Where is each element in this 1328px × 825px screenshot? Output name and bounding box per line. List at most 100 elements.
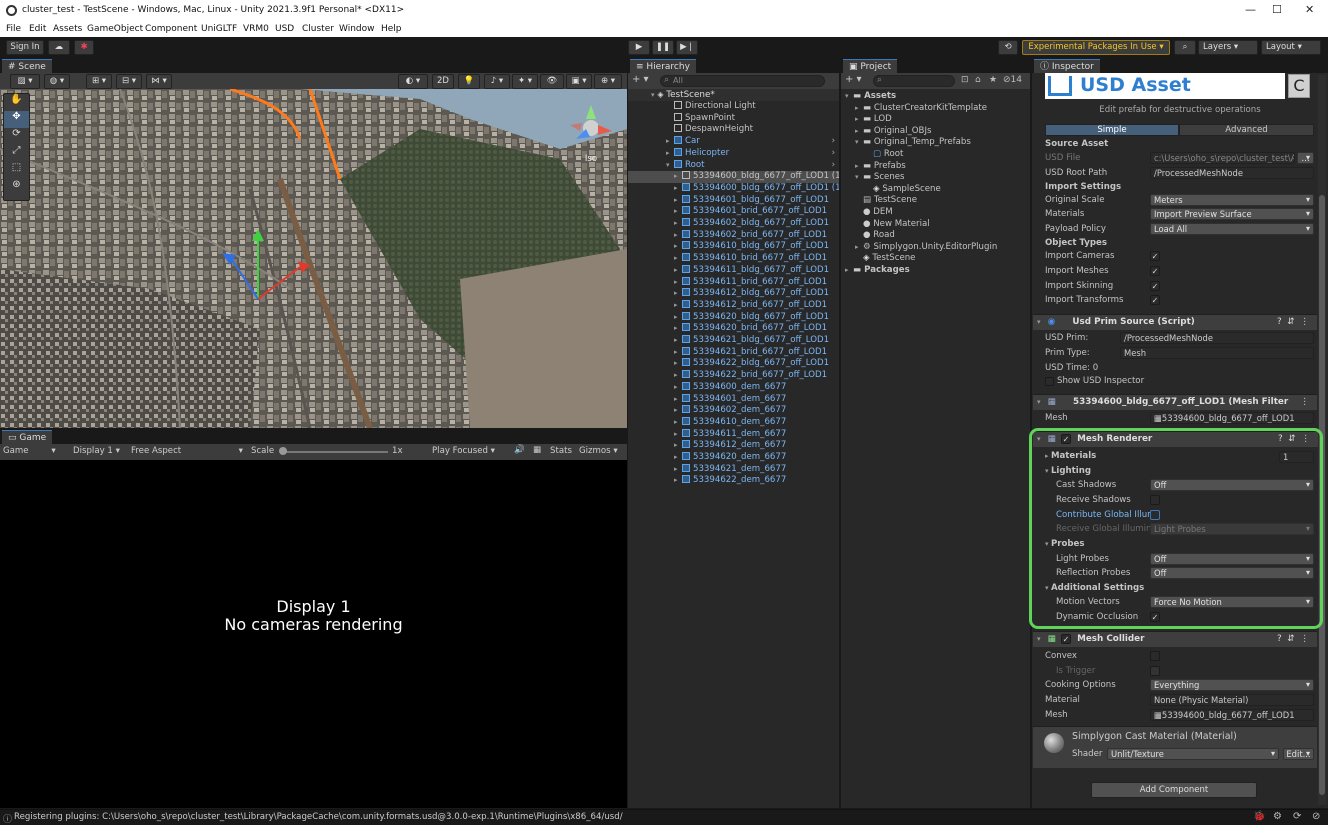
hierarchy-item[interactable]: ▸ 53394611_dem_6677 <box>628 428 839 441</box>
camera-dropdown[interactable]: ▣ ▾ <box>566 74 592 89</box>
hierarchy-item[interactable]: ▾ Root › <box>628 159 839 172</box>
favorite-icon[interactable]: ★ <box>989 75 997 85</box>
tree-expand-icon[interactable]: ▾ <box>855 138 863 146</box>
hand-tool-icon[interactable]: ✋ <box>4 94 29 111</box>
mesh-collider-expand-icon[interactable]: ▾ <box>1037 635 1041 643</box>
effects-dropdown[interactable]: ✦ ▾ <box>512 74 538 89</box>
hierarchy-item[interactable]: ▸ 53394610_bldg_6677_off_LOD1 <box>628 241 839 253</box>
hierarchy-item[interactable]: ▸ 53394620_bldg_6677_off_LOD1 <box>628 311 839 324</box>
auto-refresh-icon[interactable]: ⟳ <box>1293 811 1301 822</box>
hierarchy-item[interactable]: SpawnPoint <box>628 112 839 125</box>
usd-prim-field[interactable]: /ProcessedMeshNode <box>1120 332 1314 344</box>
expand-arrow-icon[interactable]: ▸ <box>674 253 682 265</box>
expand-arrow-icon[interactable]: ▸ <box>674 335 682 347</box>
menu-component[interactable]: Component <box>145 24 197 34</box>
orientation-gizmo[interactable]: Iso <box>566 103 616 167</box>
stats-button[interactable]: Stats <box>550 446 572 456</box>
mesh-filter-header[interactable]: ▾ ▦ 53394600_bldg_6677_off_LOD1 (Mesh Fi… <box>1033 394 1317 410</box>
hierarchy-item[interactable]: ▸ 53394612_dem_6677 <box>628 440 839 452</box>
project-tree-item[interactable]: ▸ ⚙ Simplygon.Unity.EditorPlugin <box>855 242 997 252</box>
display-dropdown[interactable]: Display 1 ▾ <box>73 446 120 456</box>
expand-arrow-icon[interactable]: ▸ <box>674 300 682 312</box>
project-tree-item[interactable]: ▾ ▬ Scenes <box>855 172 905 182</box>
show-usd-inspector-label[interactable]: Show USD Inspector <box>1057 375 1327 388</box>
menu-edit[interactable]: Edit <box>29 24 46 34</box>
expand-arrow-icon[interactable]: ▸ <box>674 218 682 230</box>
prefab-open-icon[interactable]: › <box>832 136 835 148</box>
tree-expand-icon[interactable]: ▾ <box>855 173 863 181</box>
tab-inspector[interactable]: ⓘ Inspector <box>1034 59 1100 73</box>
expand-arrow-icon[interactable]: ▸ <box>674 440 682 452</box>
status-message[interactable]: Registering plugins: C:\Users\oho_s\repo… <box>14 812 623 822</box>
game-viewport[interactable]: Display 1 No cameras rendering <box>0 460 627 808</box>
tab-simple[interactable]: Simple <box>1045 124 1179 136</box>
expand-arrow-icon[interactable]: ▸ <box>674 347 682 359</box>
prim-source-expand-icon[interactable]: ▾ <box>1037 318 1041 326</box>
add-component-button[interactable]: Add Component <box>1091 782 1257 798</box>
expand-arrow-icon[interactable]: ▸ <box>674 171 682 183</box>
hierarchy-item[interactable]: ▸ 53394610_brid_6677_off_LOD1 <box>628 253 839 265</box>
cooking-options-dropdown[interactable]: Everything <box>1150 679 1314 691</box>
usd-prim-source-header[interactable]: ▾ ◉ Usd Prim Source (Script) ? ⇵ ⋮ <box>1033 314 1317 330</box>
gizmos-dropdown[interactable]: ⊕ ▾ <box>594 74 622 89</box>
project-tree-item[interactable]: ▾ ▬ Assets <box>845 91 896 101</box>
hidden-packages-icon[interactable]: ⊘14 <box>1003 75 1022 85</box>
project-tree-item[interactable]: ● New Material <box>855 219 930 229</box>
expand-arrow-icon[interactable]: ▸ <box>674 405 682 417</box>
tab-game[interactable]: ▭ Game <box>2 430 53 444</box>
expand-arrow-icon[interactable]: ▸ <box>674 241 682 253</box>
project-tree-item[interactable]: ◈ SampleScene <box>865 184 941 194</box>
usd-root-field[interactable]: /ProcessedMeshNode <box>1150 167 1314 179</box>
prefab-open-icon[interactable]: › <box>832 148 835 160</box>
hierarchy-item[interactable]: Directional Light <box>628 101 839 113</box>
hierarchy-item[interactable]: ▸ 53394622_brid_6677_off_LOD1 <box>628 370 839 382</box>
expand-arrow-icon[interactable]: ▸ <box>674 417 682 429</box>
mesh-collider-menu-icon[interactable]: ? ⇵ ⋮ <box>1277 632 1309 647</box>
project-tree-item[interactable]: ◈ TestScene <box>855 253 915 263</box>
project-tree-item[interactable]: ● DEM <box>855 207 893 217</box>
stats-grid-icon[interactable]: ▦ <box>533 445 541 455</box>
history-icon[interactable]: ⟲ <box>998 40 1018 55</box>
tab-scene[interactable]: # Scene <box>2 59 52 73</box>
minimize-button[interactable]: — <box>1245 3 1256 16</box>
shading-dropdown[interactable]: ◐ ▾ <box>398 74 428 89</box>
globe-dropdown[interactable]: ◍ ▾ <box>44 74 70 89</box>
collab-icon[interactable]: ✱ <box>74 40 94 55</box>
close-button[interactable]: ✕ <box>1305 3 1314 16</box>
shader-edit-button[interactable]: Edit... <box>1283 748 1314 760</box>
collider-material-field[interactable]: None (Physic Material) <box>1150 694 1314 706</box>
tree-expand-icon[interactable]: ▸ <box>845 266 853 274</box>
expand-arrow-icon[interactable]: ▸ <box>674 429 682 441</box>
hierarchy-item[interactable]: ▸ 53394622_dem_6677 <box>628 475 839 487</box>
progress-icon[interactable]: ⚙ <box>1273 811 1282 822</box>
tree-expand-icon[interactable]: ▾ <box>845 92 853 100</box>
expand-arrow-icon[interactable]: ▸ <box>674 475 682 487</box>
hierarchy-item[interactable]: ▸ 53394602_bldg_6677_off_LOD1 <box>628 218 839 230</box>
align-dropdown[interactable]: ⋈ ▾ <box>146 74 172 89</box>
mute-audio-icon[interactable]: 🔊 <box>514 445 525 455</box>
tab-project[interactable]: ▣ Project <box>843 59 898 73</box>
tree-expand-icon[interactable]: ▸ <box>855 115 863 123</box>
hierarchy-item[interactable]: ▸ Helicopter › <box>628 147 839 160</box>
cloud-icon[interactable]: ☁ <box>48 40 70 55</box>
project-tree-item[interactable]: ▤ TestScene <box>855 195 917 205</box>
hierarchy-item[interactable]: ▸ 53394622_bldg_6677_off_LOD1 <box>628 358 839 370</box>
project-tree-item[interactable]: ▸ ▬ Prefabs <box>855 161 906 171</box>
search-icon[interactable]: ⌕ <box>1174 40 1196 55</box>
tree-expand-icon[interactable]: ▸ <box>855 127 863 135</box>
hierarchy-item[interactable]: ▸ 53394602_brid_6677_off_LOD1 <box>628 229 839 242</box>
hierarchy-search-input[interactable]: All <box>660 75 825 87</box>
project-tree-item[interactable]: ▸ ▬ Original_OBJs <box>855 126 931 136</box>
expand-arrow-icon[interactable]: ▸ <box>674 323 682 335</box>
experimental-packages-button[interactable]: Experimental Packages In Use ▾ <box>1022 40 1170 55</box>
bug-report-icon[interactable]: 🐞 <box>1253 811 1265 822</box>
layout-dropdown[interactable]: Layout ▾ <box>1261 40 1321 55</box>
prim-type-field[interactable]: Mesh <box>1120 347 1314 359</box>
hierarchy-item[interactable]: ▸ 53394621_dem_6677 <box>628 463 839 476</box>
play-focused-dropdown[interactable]: Play Focused ▾ <box>432 446 495 456</box>
toggle-2d-button[interactable]: 2D <box>432 74 454 89</box>
mesh-filter-expand-icon[interactable]: ▾ <box>1037 398 1041 406</box>
game-display-dropdown[interactable]: Game ▾ <box>3 446 56 456</box>
expand-arrow-icon[interactable]: ▸ <box>674 370 682 382</box>
hierarchy-item[interactable]: ▸ 53394610_dem_6677 <box>628 416 839 429</box>
